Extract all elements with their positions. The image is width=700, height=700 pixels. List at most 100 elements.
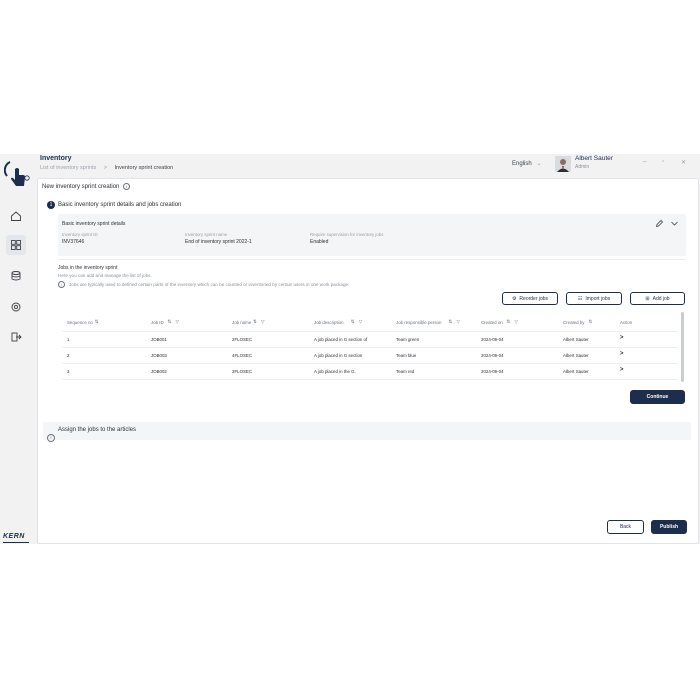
user-name: Albert Sauter [575,155,613,162]
edit-pencil-icon[interactable] [655,219,664,228]
row-action-chevron-icon[interactable]: > [620,335,624,341]
row-action-chevron-icon[interactable]: > [620,351,624,357]
close-icon[interactable]: ✕ [681,159,686,166]
table-cell: JOB002 [151,369,167,374]
maximize-icon[interactable]: ▫ [662,159,664,165]
table-cell: 2FLOSEC [232,337,253,342]
table-cell: Albert Sauter [563,353,589,358]
jobs-info: i Jobs are typically used to defined cert… [58,281,349,288]
jobs-subtitle: Here you can add and manage the list of … [58,273,152,278]
table-cell: 2024-09-04 [481,353,504,358]
reorder-jobs-button[interactable]: ⚙ Reorder jobs [502,292,558,305]
table-cell: A job placed in the G. [314,369,356,374]
avatar[interactable] [555,156,571,172]
table-cell: 3 [67,369,70,374]
settings-gear-icon[interactable] [6,297,26,317]
divider [58,259,686,260]
jobs-table: Sequence no ⇅ Job ID ⇅ ▽ Job name ⇅ ▽ Job descri… [62,312,678,384]
column-header[interactable]: Job description [314,320,344,325]
details-card-title: Basic inventory sprint details [62,221,126,227]
filter-icon[interactable]: ▽ [359,319,362,325]
sort-icon[interactable]: ⇅ [589,319,593,325]
column-header[interactable]: Created on [481,320,503,325]
column-header[interactable]: Job ID [151,320,164,325]
publish-button[interactable]: Publish [651,520,687,534]
table-cell: Albert Sauter [563,337,589,342]
sort-icon[interactable]: ⇅ [351,319,355,325]
user-role: Admin [575,164,590,170]
table-cell: JOB003 [151,353,167,358]
section1-title: Basic inventory sprint details and jobs … [58,202,182,208]
table-row-divider [62,347,678,348]
field-label-sprint-name: Inventory sprint name [185,232,228,237]
field-label-supervision: Require supervision for inventory jobs [310,232,384,237]
sort-icon[interactable]: ⇅ [95,319,99,325]
sort-icon[interactable]: ⇅ [253,319,257,325]
table-scrollbar[interactable] [681,312,684,382]
continue-button[interactable]: Continue [630,390,685,404]
language-selector[interactable]: English ⌄ [512,160,541,167]
info-icon: i [47,426,55,444]
table-cell: Albert Sauter [563,369,589,374]
table-cell: 3FLOSEC [232,369,253,374]
filter-icon[interactable]: ▽ [457,319,460,325]
field-value-sprint-id: INV37646 [62,239,85,245]
field-value-sprint-name: End of inventory sprint 2022-1 [185,239,252,245]
row-action-chevron-icon[interactable]: > [620,367,624,373]
table-cell: 1 [67,337,70,342]
filter-icon[interactable]: ▽ [261,319,264,325]
filter-icon[interactable]: ▽ [176,319,179,325]
section2-title: Assign the jobs to the articles [58,427,137,433]
import-icon: ☷ [577,295,583,302]
field-value-supervision: Enabled [310,239,329,245]
table-cell: Team blue [396,353,417,358]
info-icon[interactable]: i [123,183,131,190]
table-row[interactable]: 1 JOB001 2FLOSEC A job placed in G section … [62,334,678,347]
step-number-badge: 1 [47,201,55,209]
column-header[interactable]: Sequence no [67,320,93,325]
add-job-button[interactable]: ⊞ Add job [630,292,685,305]
sort-icon[interactable]: ⇅ [168,319,172,325]
table-row-divider [62,379,678,380]
database-icon[interactable] [6,266,26,286]
collapse-chevron-icon[interactable] [670,219,679,228]
dashboard-grid-icon[interactable] [6,235,26,255]
hand-logo-icon[interactable] [4,158,30,190]
language-label: English [512,161,532,167]
table-row[interactable]: 2 JOB003 4FLOSEC A job placed in G section T… [62,350,678,363]
table-cell: 2024-09-04 [481,369,504,374]
home-icon[interactable] [6,206,26,226]
sort-icon[interactable]: ⇅ [507,319,511,325]
field-label-sprint-id: Inventory sprint ID [62,232,98,237]
table-cell: A job placed in G section of [314,337,368,342]
column-header[interactable]: Created by [563,320,584,325]
breadcrumb-parent[interactable]: List of inventory sprints [40,165,96,171]
jobs-title: Jobs in the inventory sprint [58,265,118,271]
sort-icon[interactable]: ⇅ [449,319,453,325]
reorder-icon: ⚙ [511,295,517,302]
minimize-icon[interactable]: – [643,159,646,165]
table-row[interactable]: 3 JOB002 3FLOSEC A job placed in the G. Team… [62,366,678,379]
brand-logo: KERN [3,533,25,540]
import-jobs-button[interactable]: ☷ Import jobs [566,292,622,305]
logout-icon[interactable] [6,327,26,347]
table-cell: 2024-09-04 [481,337,504,342]
table-cell: JOB001 [151,337,167,342]
back-button[interactable]: Back [607,520,644,534]
table-cell: Team red [396,369,415,374]
table-cell: Team green [396,337,420,342]
filter-icon[interactable]: ▽ [515,319,518,325]
breadcrumb: List of inventory sprints > Inventory sp… [40,165,173,171]
table-cell: 2 [67,353,70,358]
column-header[interactable]: Job name [232,320,251,325]
column-header: Action [620,320,633,325]
add-icon: ⊞ [645,295,650,302]
breadcrumb-separator: > [103,165,107,171]
chevron-down-icon: ⌄ [536,161,542,167]
side-nav [0,154,36,544]
info-icon: i [58,281,65,288]
column-header[interactable]: Job responsible person [396,320,441,325]
app-title: Inventory [40,155,72,162]
section2-collapsed[interactable] [43,422,691,440]
breadcrumb-current: Inventory sprint creation [114,165,174,171]
